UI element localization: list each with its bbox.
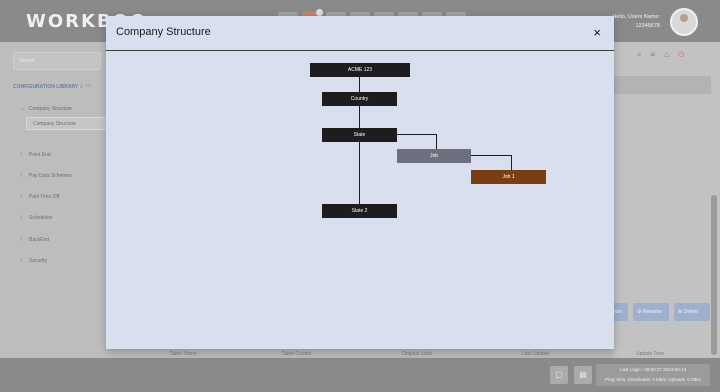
notification-dot <box>316 9 323 16</box>
right-panel-strip <box>614 76 711 94</box>
document-icon[interactable]: ▤ <box>574 366 592 384</box>
power-icon[interactable]: ⏻ <box>678 50 684 60</box>
org-node-state[interactable]: State <box>322 128 397 142</box>
chevron-right-icon: › <box>20 257 23 264</box>
last-login: Last Login : 08:00:27 2024-00-13 <box>619 367 687 372</box>
sidebar-item-label: BackEnd <box>29 237 50 243</box>
rename-button[interactable]: ⚙ Rename <box>633 303 669 321</box>
chevron-right-icon: › <box>20 193 23 200</box>
gear-icon: ⚙ <box>637 309 642 315</box>
sidebar-item-security[interactable]: › Security <box>20 257 47 264</box>
connector-state-job-v <box>436 134 437 150</box>
org-node-job-1[interactable]: Job 1 <box>471 170 546 184</box>
connector-job-job1-h <box>471 155 511 156</box>
chevron-right-icon: › <box>20 172 23 179</box>
sidebar-item-paid-time-off[interactable]: › Paid Time Off <box>20 193 59 200</box>
user-info: Hello, Users Name: 12345678 <box>612 13 660 31</box>
org-chart: ACME 123 Country State Job Job 1 State 2 <box>106 16 614 349</box>
sidebar-item-label: Point End <box>29 152 51 158</box>
column-header[interactable]: Update Time <box>636 351 664 357</box>
chevron-down-icon: ⌄ <box>20 105 26 112</box>
company-structure-modal: Company Structure × ACME 123 Country Sta… <box>106 16 614 349</box>
sidebar-subitem-company-structure[interactable]: Company Structure <box>26 117 108 130</box>
connector-job-job1-v <box>511 155 512 171</box>
column-header[interactable]: Table Name <box>170 351 197 357</box>
right-panel-toolbar: ⌕ ≡ ⌂ ⏻ <box>637 50 684 60</box>
filter-list-icon[interactable]: ≡ <box>650 50 655 60</box>
delete-icon: ⊗ <box>678 309 683 315</box>
sidebar-item-backend[interactable]: › BackEnd <box>20 236 49 243</box>
chevron-right-icon: › <box>20 236 23 243</box>
chat-icon[interactable]: ▢ <box>550 366 568 384</box>
column-header[interactable]: Last Update <box>522 351 549 357</box>
org-node-state-2[interactable]: State 2 <box>322 204 397 218</box>
folder-icon[interactable]: ▭ <box>86 83 91 89</box>
org-node-root[interactable]: ACME 123 <box>310 63 410 77</box>
library-actions: ⤓ ▭ <box>80 83 91 90</box>
sidebar-item-label: Company Structure <box>29 106 73 112</box>
avatar[interactable] <box>670 8 698 36</box>
scrollbar[interactable] <box>711 195 717 355</box>
delete-label: Delete <box>683 309 699 315</box>
ping-info: Ping: 0ms, Downloads: 0 Mb/s, Uploads: 0… <box>605 377 701 382</box>
sidebar-item-label: Schedules <box>29 215 53 221</box>
connection-info: Last Login : 08:00:27 2024-00-13 Ping: 0… <box>596 364 710 386</box>
chevron-right-icon: › <box>20 151 23 158</box>
chevron-right-icon: › <box>20 214 23 221</box>
rename-label: Rename <box>642 309 662 315</box>
home-icon[interactable]: ⌂ <box>664 50 669 60</box>
sidebar-item-label: Paid Time Off <box>29 194 60 200</box>
sidebar-item-schedules[interactable]: › Schedules <box>20 214 52 221</box>
connector-state-job-h <box>397 134 436 135</box>
table-header: Table Name Table Counts Original Load La… <box>128 350 718 358</box>
sidebar-item-company-structure[interactable]: ⌄ Company Structure <box>20 104 72 112</box>
org-node-country[interactable]: Country <box>322 92 397 106</box>
column-header[interactable]: Table Counts <box>282 351 311 357</box>
library-title: CONFIGURATION LIBRARY <box>13 84 79 90</box>
sidebar-item-label: Security <box>29 258 48 264</box>
search-icon[interactable]: ⌕ <box>637 50 641 60</box>
sidebar-item-pay-data-schemes[interactable]: › Pay Data Schemes <box>20 172 72 179</box>
sidebar-item-point-end[interactable]: › Point End <box>20 151 51 158</box>
sidebar-item-label: Pay Data Schemes <box>29 173 72 179</box>
search-input[interactable]: Search <box>13 52 101 70</box>
org-node-job[interactable]: Job <box>397 149 471 163</box>
column-header[interactable]: Original Load <box>402 351 432 357</box>
user-greeting: Hello, Users Name: <box>612 14 660 20</box>
delete-button[interactable]: ⊗ Delete <box>674 303 710 321</box>
user-id: 12345678 <box>635 23 660 29</box>
download-icon[interactable]: ⤓ <box>80 83 83 89</box>
